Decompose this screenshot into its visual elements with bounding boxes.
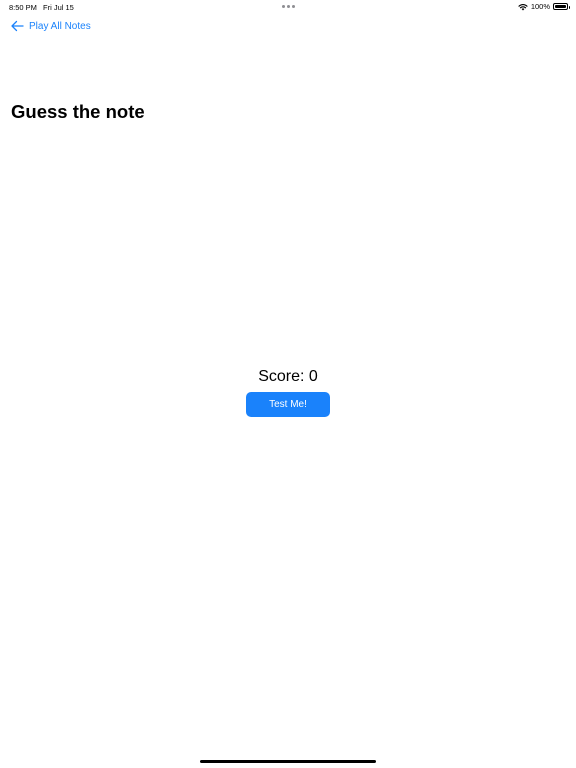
status-date: Fri Jul 15 <box>43 3 74 12</box>
status-indicators: 100% <box>518 2 570 11</box>
status-time: 8:50 PM <box>9 3 37 12</box>
battery-icon <box>553 3 570 10</box>
arrow-left-icon <box>10 20 24 32</box>
battery-percent: 100% <box>530 2 550 11</box>
wifi-icon <box>518 3 528 11</box>
test-me-button[interactable]: Test Me! <box>246 392 330 417</box>
back-button-label: Play All Notes <box>29 20 91 32</box>
battery-fill <box>555 5 566 8</box>
quiz-panel: Score: 0 Test Me! <box>0 367 576 417</box>
back-button[interactable]: Play All Notes <box>10 20 91 32</box>
home-indicator[interactable] <box>200 760 376 763</box>
score-value: 0 <box>308 368 318 385</box>
score-display: Score: 0 <box>258 367 318 387</box>
status-bar: 8:50 PM Fri Jul 15 100% <box>0 0 576 14</box>
multitasking-handle-icon[interactable] <box>282 5 295 8</box>
app-screen: 8:50 PM Fri Jul 15 100% Play All Notes G… <box>0 0 576 768</box>
score-label: Score: <box>258 368 305 385</box>
page-title: Guess the note <box>11 101 145 122</box>
